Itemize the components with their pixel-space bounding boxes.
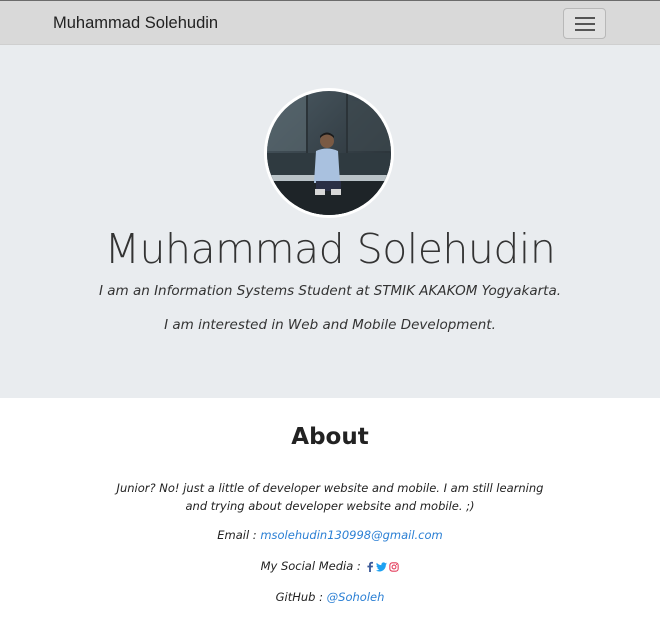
about-text: Junior? No! just a little of developer w… bbox=[116, 481, 544, 513]
email-link[interactable]: msolehudin130998@gmail.com bbox=[260, 528, 442, 542]
github-link[interactable]: @Soholeh bbox=[327, 590, 385, 604]
instagram-icon[interactable] bbox=[389, 561, 400, 575]
about-title: About bbox=[291, 424, 369, 450]
hero-subtitle-study: I am an Information Systems Student at S… bbox=[98, 283, 562, 299]
navbar-brand[interactable]: Muhammad Solehudin bbox=[53, 14, 218, 33]
hero-section: Muhammad Solehudin I am an Information S… bbox=[0, 45, 660, 398]
hero-name: Muhammad Solehudin bbox=[104, 225, 556, 273]
github-row: GitHub : @Soholeh bbox=[0, 590, 660, 604]
social-row: My Social Media : bbox=[0, 559, 660, 575]
hamburger-menu-icon-bar bbox=[575, 29, 595, 31]
social-label: My Social Media : bbox=[260, 559, 365, 573]
twitter-icon[interactable] bbox=[376, 561, 388, 575]
hero-subtitle-interest: I am interested in Web and Mobile Develo… bbox=[164, 317, 496, 333]
email-label: Email : bbox=[217, 528, 261, 542]
email-row: Email : msolehudin130998@gmail.com bbox=[0, 528, 660, 542]
hamburger-menu-icon bbox=[575, 17, 595, 19]
navbar: Muhammad Solehudin bbox=[0, 0, 660, 45]
profile-photo bbox=[264, 88, 394, 218]
github-label: GitHub : bbox=[275, 590, 327, 604]
hamburger-menu-icon-bar bbox=[575, 23, 595, 25]
facebook-icon[interactable] bbox=[366, 561, 374, 575]
menu-toggle-button[interactable] bbox=[563, 8, 606, 39]
